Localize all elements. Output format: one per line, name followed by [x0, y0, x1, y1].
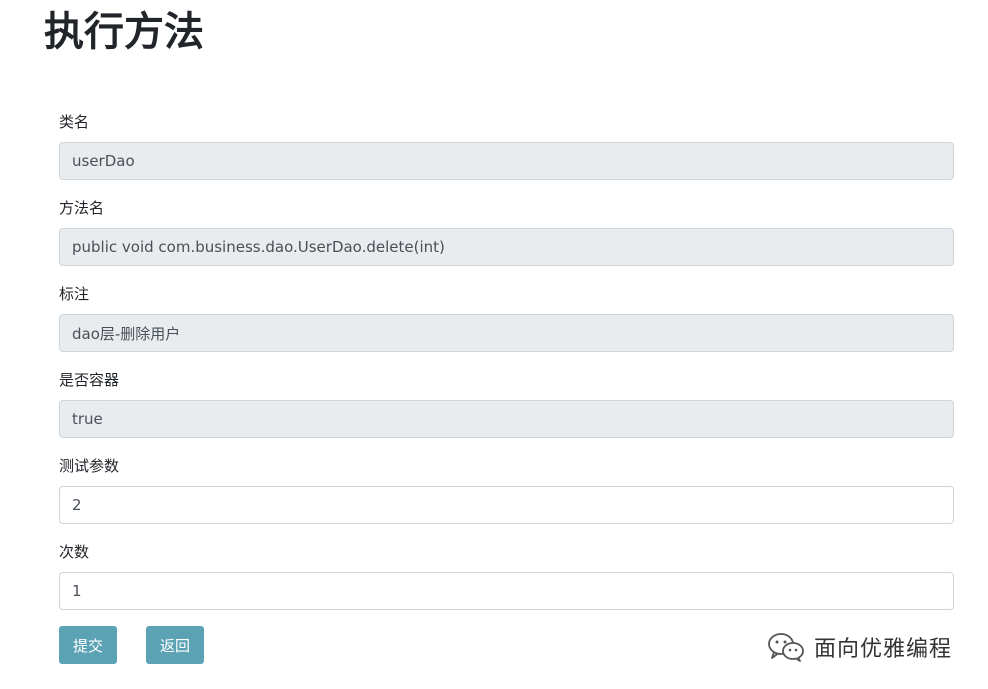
watermark-text: 面向优雅编程 — [814, 637, 953, 662]
test-params-field[interactable] — [59, 486, 954, 524]
class-name-field[interactable] — [59, 142, 954, 180]
page-title: 执行方法 — [44, 9, 204, 55]
is-container-field[interactable] — [59, 400, 954, 438]
is-container-label: 是否容器 — [59, 371, 120, 389]
annotation-field[interactable] — [59, 314, 954, 352]
annotation-label: 标注 — [59, 285, 90, 303]
watermark: 面向优雅编程 — [766, 630, 952, 664]
count-label: 次数 — [59, 543, 90, 561]
wechat-icon — [768, 633, 804, 662]
method-name-label: 方法名 — [59, 199, 105, 217]
test-params-label: 测试参数 — [59, 457, 120, 475]
class-name-label: 类名 — [59, 113, 90, 131]
method-name-field[interactable] — [59, 228, 954, 266]
back-button[interactable]: 返回 — [146, 626, 204, 664]
count-field[interactable] — [59, 572, 954, 610]
submit-button[interactable]: 提交 — [59, 626, 117, 664]
